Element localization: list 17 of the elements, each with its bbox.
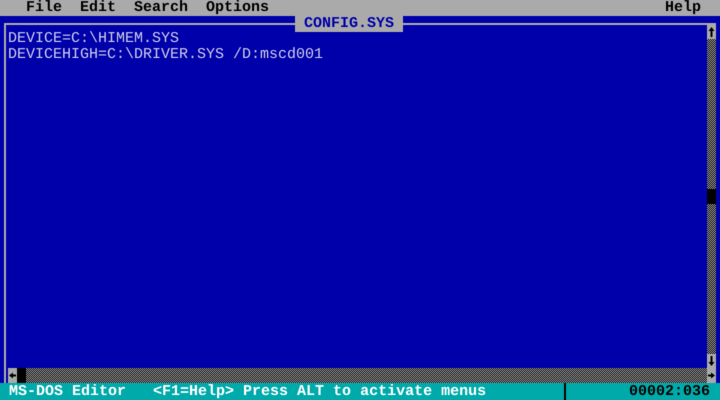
scroll-thumb[interactable] [17,368,26,383]
scroll-down-icon[interactable] [707,354,716,368]
status-hint: <F1=Help> Press ALT to activate menus [153,384,486,400]
help-menu[interactable]: Help [664,0,701,16]
text-line: DEVICE=C:\HIMEM.SYS [8,31,180,47]
status-app-name: MS-DOS Editor [9,384,126,400]
scroll-thumb[interactable] [707,189,716,204]
menu-item[interactable]: Edit [80,0,116,16]
horizontal-scrollbar[interactable] [8,368,716,383]
menu-item[interactable]: Search [134,0,188,16]
window-title: CONFIG.SYS [295,15,404,32]
scroll-up-icon[interactable] [707,25,716,39]
cursor-position: 00002:036 [628,384,710,400]
text-line: DEVICEHIGH=C:\DRIVER.SYS /D:mscd001 [8,47,324,63]
menu-item[interactable]: File [26,0,62,16]
menu-item[interactable]: Options [206,0,270,16]
vertical-scrollbar[interactable] [707,25,716,368]
